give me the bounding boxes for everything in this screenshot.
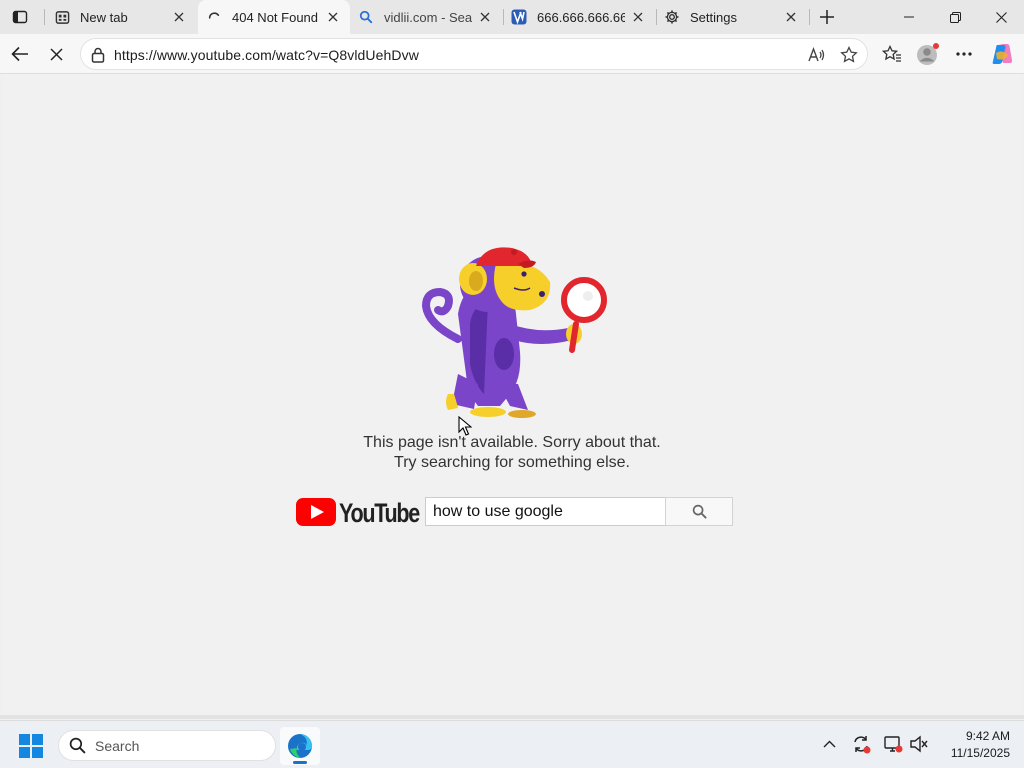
profile-button[interactable]	[914, 40, 942, 68]
taskbar-edge-button[interactable]	[280, 727, 320, 765]
windows-start-icon[interactable]	[18, 733, 44, 759]
system-clock[interactable]: 9:42 AM 11/15/2025	[940, 728, 1010, 762]
tab-title: 404 Not Found	[232, 9, 319, 25]
speaker-muted-icon	[910, 735, 928, 753]
clock-time: 9:42 AM	[965, 729, 1010, 743]
new-tab-button[interactable]	[814, 4, 840, 30]
chevron-up-icon	[823, 740, 835, 748]
avatar-icon	[917, 43, 939, 65]
taskbar-search-placeholder: Search	[95, 737, 140, 754]
update-tray-button[interactable]	[850, 733, 872, 755]
stop-loading-button[interactable]	[42, 40, 70, 68]
tab-separator	[809, 9, 810, 25]
newtab-page-icon	[54, 9, 70, 25]
plus-icon	[820, 10, 834, 24]
youtube-logo-text: YouTube	[339, 498, 420, 527]
active-app-indicator	[293, 761, 307, 764]
network-tray-button[interactable]	[882, 733, 904, 755]
tab-new-tab[interactable]: New tab	[48, 0, 196, 34]
favorites-button[interactable]	[878, 40, 906, 68]
tab-separator	[44, 9, 45, 25]
tab-title: vidlii.com - Search	[384, 9, 472, 25]
restore-button[interactable]	[932, 0, 978, 34]
youtube-logo[interactable]: YouTube	[295, 497, 421, 527]
tab-separator	[656, 9, 657, 25]
taskbar-search-box[interactable]: Search	[58, 730, 276, 761]
copilot-button[interactable]	[988, 40, 1016, 68]
error-suggestion: Try searching for something else.	[394, 454, 630, 471]
tab-vidlii-video[interactable]: 666.666.666.666.6	[505, 0, 655, 34]
search-icon	[692, 504, 707, 519]
tab-strip: New tab 404 Not Found vidlii.com - Searc…	[0, 0, 1024, 34]
url-text[interactable]: https://www.youtube.com/watc?v=Q8vldUehD…	[114, 47, 419, 63]
sync-icon	[854, 736, 871, 754]
youtube-search-button[interactable]	[665, 497, 733, 526]
close-icon[interactable]	[324, 8, 342, 26]
favorites-icon	[882, 45, 901, 62]
mouse-cursor-icon	[458, 416, 472, 436]
horizontal-scrollbar[interactable]	[0, 715, 1024, 719]
close-icon[interactable]	[782, 8, 800, 26]
settings-more-button[interactable]	[950, 40, 978, 68]
tab-title: 666.666.666.666.6	[537, 9, 625, 25]
tab-vidlii-search[interactable]: vidlii.com - Search	[352, 0, 502, 34]
back-button[interactable]	[6, 40, 34, 68]
tab-actions-button[interactable]	[8, 5, 32, 29]
search-icon	[358, 9, 374, 25]
favorite-button[interactable]	[837, 43, 861, 67]
gear-icon	[664, 9, 680, 25]
show-hidden-icons-button[interactable]	[818, 733, 840, 755]
vidlii-logo-icon	[511, 9, 527, 25]
close-window-button[interactable]	[978, 0, 1024, 34]
monkey-illustration	[421, 247, 607, 418]
minimize-button[interactable]	[886, 0, 932, 34]
address-bar[interactable]: https://www.youtube.com/watc?v=Q8vldUehD…	[80, 38, 868, 70]
stop-icon	[49, 47, 63, 61]
more-horizontal-icon	[956, 52, 972, 56]
lock-icon	[91, 47, 105, 63]
restore-icon	[949, 11, 961, 23]
tab-title: Settings	[690, 9, 737, 25]
back-arrow-icon	[11, 46, 28, 62]
copilot-icon	[992, 44, 1013, 64]
site-info-button[interactable]	[89, 46, 107, 64]
volume-tray-button[interactable]	[908, 733, 930, 755]
loading-spinner-icon	[206, 9, 222, 25]
tab-actions-icon	[12, 10, 28, 24]
edge-browser-icon	[288, 734, 312, 758]
star-add-icon	[840, 46, 858, 63]
browser-toolbar: https://www.youtube.com/watc?v=Q8vldUehD…	[0, 34, 1024, 74]
page-content: This page isn't available. Sorry about t…	[2, 74, 1022, 716]
close-icon[interactable]	[476, 8, 494, 26]
minimize-icon	[904, 16, 914, 18]
read-aloud-button[interactable]	[805, 43, 829, 67]
tab-separator	[503, 9, 504, 25]
youtube-search-input[interactable]: how to use google	[425, 497, 666, 526]
tab-settings[interactable]: Settings	[658, 0, 808, 34]
error-message: This page isn't available. Sorry about t…	[363, 434, 661, 451]
close-icon[interactable]	[170, 8, 188, 26]
tab-title: New tab	[80, 9, 128, 25]
close-icon[interactable]	[629, 8, 647, 26]
read-aloud-icon	[808, 47, 825, 62]
search-icon	[67, 736, 87, 756]
clock-date: 11/15/2025	[950, 746, 1010, 760]
taskbar: Search 9:42 AM 11/15/2025	[0, 720, 1024, 768]
tab-404-not-found[interactable]: 404 Not Found	[198, 0, 350, 34]
close-icon	[995, 11, 1007, 23]
display-network-icon	[884, 736, 903, 753]
